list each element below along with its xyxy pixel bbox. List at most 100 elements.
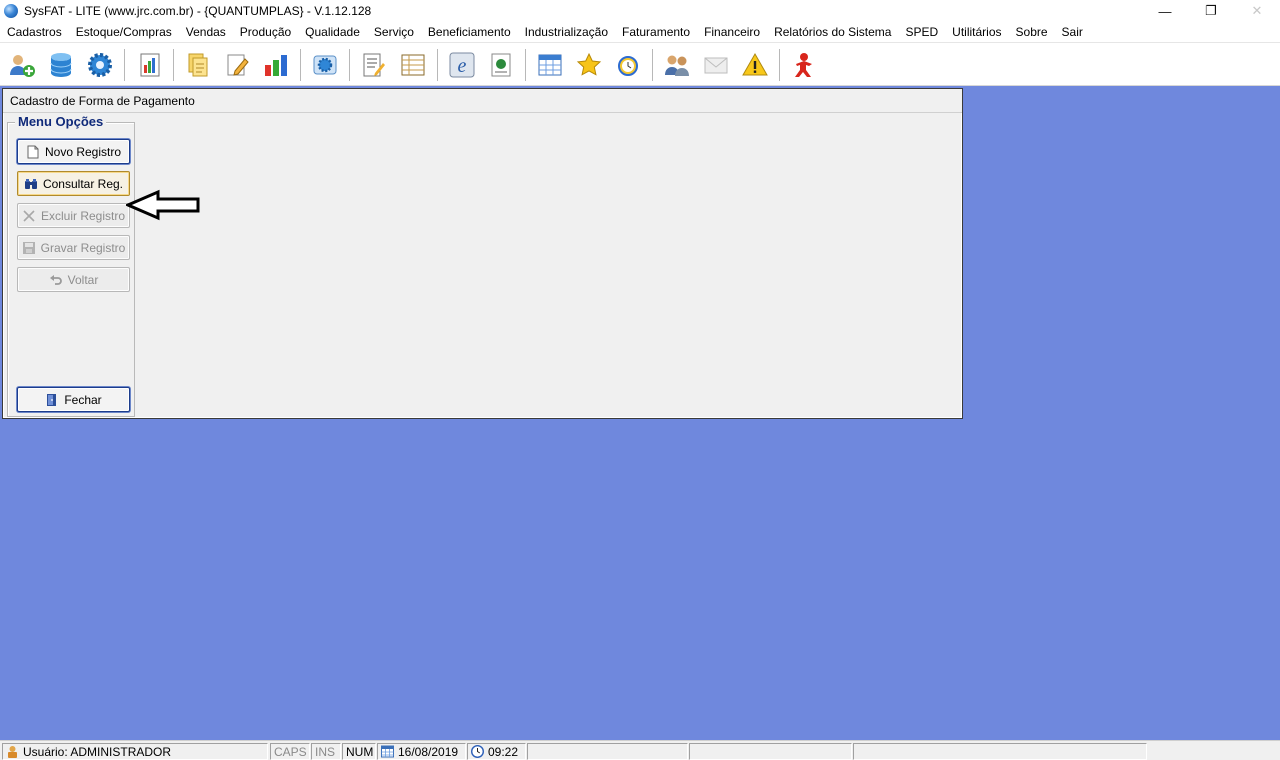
new-record-button[interactable]: Novo Registro <box>17 139 130 164</box>
toolbar-report-button[interactable] <box>130 46 168 84</box>
status-empty-panel <box>689 743 852 760</box>
menu-faturamento[interactable]: Faturamento <box>615 22 697 43</box>
menu-servico[interactable]: Serviço <box>367 22 421 43</box>
warning-icon <box>742 52 768 75</box>
menu-options-legend: Menu Opções <box>15 114 107 129</box>
child-window-body: Menu Opções Novo Registro Consultar Reg. <box>4 113 961 417</box>
gear-icon <box>88 52 112 77</box>
toolbar-warning-button[interactable] <box>736 46 774 84</box>
status-num: NUM <box>342 743 376 760</box>
menu-sobre[interactable]: Sobre <box>1009 22 1055 43</box>
payment-method-window: Cadastro de Forma de Pagamento Menu Opçõ… <box>2 88 963 419</box>
documents-icon <box>188 53 208 76</box>
toolbar-calendar-button[interactable] <box>531 46 569 84</box>
settings-disk-icon <box>313 55 337 74</box>
table-list-icon <box>401 54 425 75</box>
binoculars-icon <box>24 178 37 189</box>
menu-beneficiamento[interactable]: Beneficiamento <box>421 22 518 43</box>
menu-cadastros[interactable]: Cadastros <box>0 22 69 43</box>
status-user-panel: Usuário: ADMINISTRADOR <box>2 743 268 760</box>
svg-text:e: e <box>458 55 467 77</box>
save-disk-icon <box>22 241 35 254</box>
new-record-label: Novo Registro <box>44 144 122 159</box>
close-window-button[interactable]: Fechar <box>17 387 130 412</box>
alarm-clock-icon <box>618 55 638 76</box>
status-time-panel: 09:22 <box>467 743 526 760</box>
new-document-icon <box>27 145 39 158</box>
edit-document-icon <box>227 54 249 76</box>
status-caps: CAPS <box>270 743 310 760</box>
menu-industrializacao[interactable]: Industrialização <box>518 22 615 43</box>
close-window-label: Fechar <box>64 392 102 407</box>
back-label: Voltar <box>67 272 99 287</box>
status-empty-panel <box>853 743 1147 760</box>
toolbar-separator <box>525 48 527 81</box>
toolbar-mail-button[interactable] <box>697 46 735 84</box>
toolbar-users-chat-button[interactable] <box>658 46 696 84</box>
menu-estoque-compras[interactable]: Estoque/Compras <box>69 22 179 43</box>
menu-producao[interactable]: Produção <box>233 22 298 43</box>
toolbar-separator <box>300 48 302 81</box>
globe-document-icon <box>491 53 511 76</box>
close-button[interactable]: ✕ <box>1234 0 1280 22</box>
restore-button[interactable]: ❐ <box>1188 0 1234 22</box>
save-record-label: Gravar Registro <box>40 240 126 255</box>
menu-financeiro[interactable]: Financeiro <box>697 22 767 43</box>
toolbar-separator <box>779 48 781 81</box>
status-date-panel: 16/08/2019 <box>377 743 466 760</box>
delete-record-button[interactable]: Excluir Registro <box>17 203 130 228</box>
child-window-title: Cadastro de Forma de Pagamento <box>3 89 962 113</box>
toolbar-settings-button[interactable] <box>81 46 119 84</box>
toolbar-alarm-button[interactable] <box>609 46 647 84</box>
clock-icon <box>471 745 484 758</box>
title-bar: SysFAT - LITE (www.jrc.com.br) - {QUANTU… <box>0 0 1280 22</box>
toolbar-exit-button[interactable] <box>785 46 823 84</box>
menu-vendas[interactable]: Vendas <box>179 22 233 43</box>
nfe-icon: e <box>449 52 475 77</box>
toolbar-config-button[interactable] <box>306 46 344 84</box>
mail-icon <box>704 57 728 73</box>
toolbar-edit-button[interactable] <box>218 46 256 84</box>
toolbar-table-button[interactable] <box>394 46 432 84</box>
status-empty-panel <box>527 743 688 760</box>
search-record-button[interactable]: Consultar Reg. <box>17 171 130 196</box>
toolbar-database-button[interactable] <box>42 46 80 84</box>
star-icon <box>576 52 602 76</box>
toolbar-notepad-button[interactable] <box>355 46 393 84</box>
app-globe-icon <box>4 4 18 18</box>
back-button[interactable]: Voltar <box>17 267 130 292</box>
calendar-icon <box>381 745 394 758</box>
mdi-workspace: Cadastro de Forma de Pagamento Menu Opçõ… <box>0 86 1280 740</box>
menu-qualidade[interactable]: Qualidade <box>298 22 367 43</box>
menu-utilitarios[interactable]: Utilitários <box>945 22 1008 43</box>
menu-sped[interactable]: SPED <box>898 22 945 43</box>
toolbar-separator <box>652 48 654 81</box>
menu-bar: Cadastros Estoque/Compras Vendas Produçã… <box>0 22 1280 43</box>
toolbar-nfe-button[interactable]: e <box>443 46 481 84</box>
status-ins: INS <box>311 743 341 760</box>
save-record-button[interactable]: Gravar Registro <box>17 235 130 260</box>
users-chat-icon <box>665 55 689 76</box>
status-date: 16/08/2019 <box>398 744 459 759</box>
status-bar: Usuário: ADMINISTRADOR CAPS INS NUM 16/0… <box>0 740 1280 760</box>
calendar-icon <box>538 54 562 75</box>
status-user: Usuário: ADMINISTRADOR <box>23 744 172 759</box>
delete-x-icon <box>23 209 35 222</box>
notepad-edit-icon <box>363 53 385 76</box>
toolbar-documents-button[interactable] <box>179 46 217 84</box>
users-add-icon <box>10 54 35 77</box>
toolbar-globe-button[interactable] <box>482 46 520 84</box>
toolbar-separator <box>124 48 126 81</box>
window-title: SysFAT - LITE (www.jrc.com.br) - {QUANTU… <box>24 4 372 18</box>
exit-door-icon <box>47 393 57 406</box>
toolbar-chart-button[interactable] <box>257 46 295 84</box>
bar-chart-icon <box>265 54 287 76</box>
toolbar-users-button[interactable] <box>3 46 41 84</box>
toolbar-favorites-button[interactable] <box>570 46 608 84</box>
minimize-button[interactable]: — <box>1142 0 1188 22</box>
status-time: 09:22 <box>488 744 519 759</box>
menu-sair[interactable]: Sair <box>1055 22 1090 43</box>
exit-person-icon <box>795 52 812 77</box>
toolbar-separator <box>173 48 175 81</box>
menu-relatorios[interactable]: Relatórios do Sistema <box>767 22 898 43</box>
